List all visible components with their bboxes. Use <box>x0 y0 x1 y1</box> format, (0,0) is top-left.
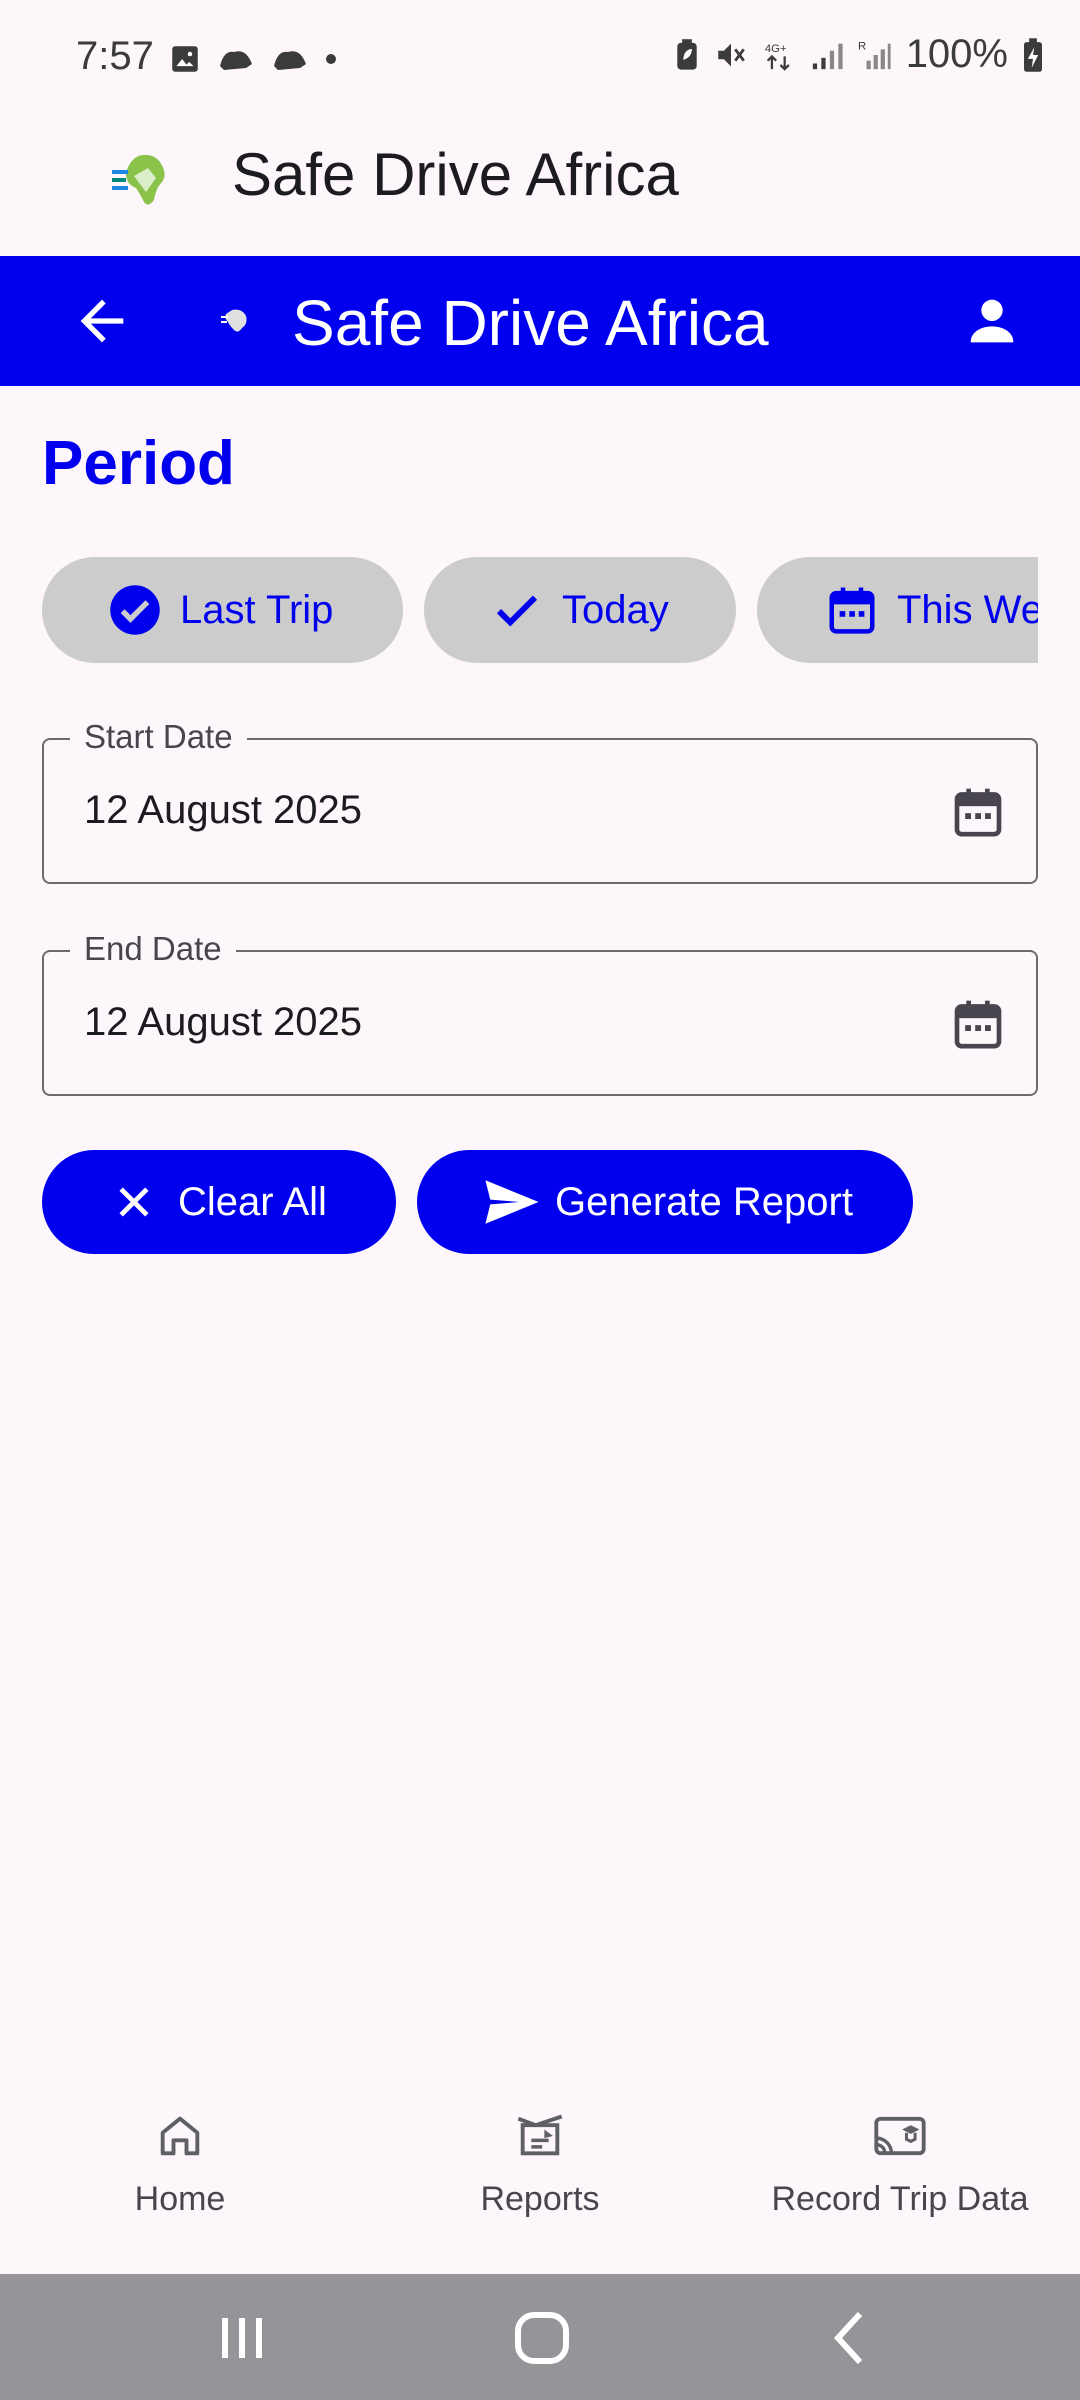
clear-all-label: Clear All <box>178 1179 327 1224</box>
signal-icon <box>812 43 843 69</box>
calendar-icon[interactable] <box>950 996 1006 1052</box>
generate-report-label: Generate Report <box>555 1179 853 1224</box>
app-notification-icon <box>220 51 252 70</box>
close-icon <box>119 1187 149 1217</box>
system-navigation-bar <box>0 2274 1080 2400</box>
check-circle-icon <box>110 585 160 635</box>
nav-home[interactable]: Home <box>0 2110 360 2250</box>
roaming-signal-icon: R <box>858 40 891 69</box>
home-icon <box>160 2116 200 2156</box>
app-logo-icon <box>112 154 165 205</box>
nav-home-label: Home <box>134 2180 226 2218</box>
send-icon <box>485 1180 539 1224</box>
svg-text:4G+: 4G+ <box>765 43 787 55</box>
status-right-icons: 4G+ R 100% <box>674 32 1044 77</box>
end-date-field[interactable]: End Date 12 August 2025 <box>42 930 1038 1096</box>
end-date-value[interactable]: 12 August 2025 <box>84 1000 362 1045</box>
nav-record-trip-data[interactable]: Record Trip Data <box>720 2110 1080 2250</box>
record-trip-icon <box>874 2116 926 2156</box>
battery-saver-icon <box>676 38 697 70</box>
status-bar: 7:57 4G+ R 100% <box>0 0 1080 118</box>
start-date-label: Start Date <box>70 718 247 756</box>
nav-record-trip-label: Record Trip Data <box>771 2180 1029 2218</box>
start-date-field[interactable]: Start Date 12 August 2025 <box>42 718 1038 884</box>
chip-label: Last Trip <box>180 587 334 632</box>
mute-icon <box>717 43 745 66</box>
period-chips-row[interactable]: Last Trip Today This Week <box>42 557 1038 663</box>
recent-apps-icon[interactable] <box>212 2312 272 2364</box>
battery-percentage: 100% <box>905 32 1008 76</box>
chip-today[interactable]: Today <box>424 557 736 663</box>
chip-label: Today <box>562 587 669 632</box>
period-heading: Period <box>42 429 235 498</box>
mobile-data-4g-icon: 4G+ <box>765 43 790 71</box>
battery-charging-icon <box>1024 37 1042 72</box>
back-button-icon[interactable] <box>820 2312 880 2364</box>
calendar-icon[interactable] <box>950 784 1006 840</box>
image-notification-icon <box>172 46 198 72</box>
end-date-label: End Date <box>70 930 236 968</box>
check-icon <box>496 595 538 627</box>
calendar-icon <box>829 587 875 634</box>
svg-text:R: R <box>858 40 866 52</box>
bottom-navigation: Home Reports Record Trip Data <box>0 2080 1080 2274</box>
status-time: 7:57 <box>76 34 154 78</box>
top-app-bar: Safe Drive Africa <box>0 256 1080 386</box>
more-notifications-dot-icon <box>326 54 336 64</box>
bar-logo-icon <box>221 309 247 332</box>
back-arrow-icon[interactable] <box>70 289 134 353</box>
nav-reports[interactable]: Reports <box>360 2110 720 2250</box>
home-button-icon[interactable] <box>512 2312 572 2364</box>
app-title: Safe Drive Africa <box>232 141 679 208</box>
app-header: Safe Drive Africa <box>0 118 1080 256</box>
chip-last-trip[interactable]: Last Trip <box>42 557 403 663</box>
notification-icons <box>168 42 338 76</box>
profile-icon[interactable] <box>960 289 1024 353</box>
chip-label: This Week <box>897 587 1038 632</box>
start-date-value[interactable]: 12 August 2025 <box>84 788 362 833</box>
app-notification-icon <box>274 51 306 70</box>
nav-reports-label: Reports <box>480 2180 600 2218</box>
top-bar-title: Safe Drive Africa <box>292 287 769 359</box>
clear-all-button[interactable]: Clear All <box>42 1150 396 1254</box>
reports-icon <box>517 2114 563 2156</box>
generate-report-button[interactable]: Generate Report <box>417 1150 913 1254</box>
chip-this-week[interactable]: This Week <box>757 557 1038 663</box>
